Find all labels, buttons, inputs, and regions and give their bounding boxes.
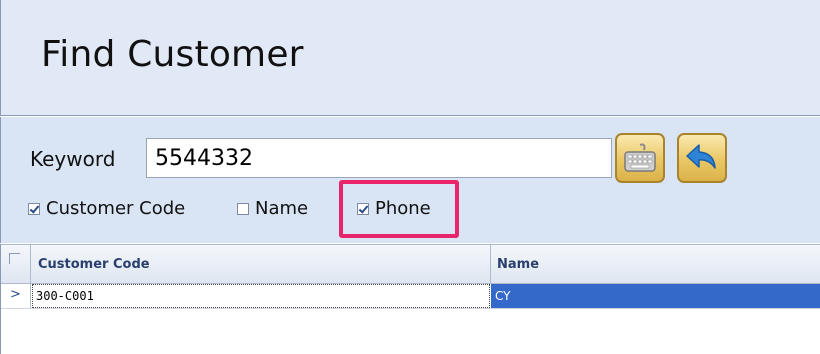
column-header-name[interactable]: Name bbox=[497, 257, 539, 272]
back-button[interactable] bbox=[677, 133, 727, 183]
filter-phone-label: Phone bbox=[375, 198, 431, 219]
cell-customer-code[interactable]: 300-C001 bbox=[32, 284, 490, 308]
grid-corner bbox=[1, 245, 31, 284]
checkbox-phone[interactable] bbox=[357, 202, 369, 215]
keyboard-icon bbox=[624, 143, 656, 172]
cell-name[interactable]: CY bbox=[491, 284, 820, 308]
page-title: Find Customer bbox=[41, 34, 304, 75]
filter-customer-code[interactable]: Customer Code bbox=[28, 198, 185, 219]
results-grid: Customer Code Name > 300-C001 CY bbox=[0, 244, 820, 354]
checkbox-name[interactable] bbox=[237, 202, 249, 215]
checkbox-customer-code[interactable] bbox=[28, 202, 40, 215]
column-header-customer-code[interactable]: Customer Code bbox=[38, 257, 150, 272]
filter-name[interactable]: Name bbox=[237, 198, 308, 219]
keyword-label: Keyword bbox=[30, 147, 116, 171]
header-panel: Find Customer bbox=[0, 0, 820, 116]
table-row[interactable]: > 300-C001 CY bbox=[1, 284, 820, 309]
keyword-input[interactable]: 5544332 bbox=[146, 138, 612, 178]
row-indicator: > bbox=[1, 284, 31, 308]
filter-customer-code-label: Customer Code bbox=[46, 198, 186, 219]
filter-name-label: Name bbox=[255, 198, 309, 219]
back-arrow-icon bbox=[686, 144, 716, 169]
filter-phone[interactable]: Phone bbox=[357, 198, 431, 219]
column-divider[interactable] bbox=[490, 245, 491, 284]
keyboard-button[interactable] bbox=[615, 133, 665, 183]
grid-header: Customer Code Name bbox=[1, 244, 820, 284]
